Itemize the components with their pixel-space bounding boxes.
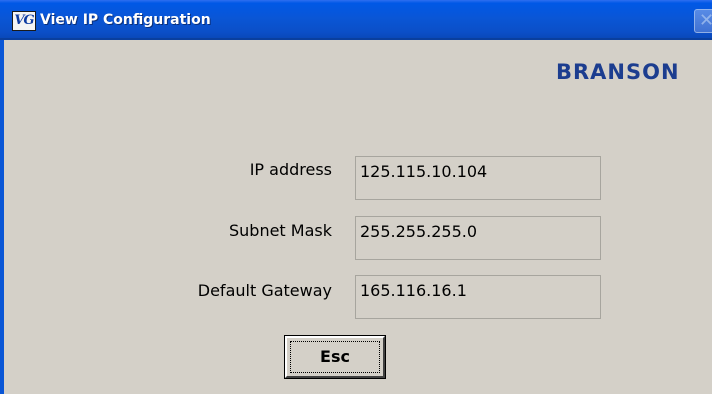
branson-logo: BRANSON <box>556 60 680 84</box>
subnet-mask-field: 255.255.255.0 <box>355 216 601 260</box>
ip-address-field: 125.115.10.104 <box>355 156 601 200</box>
subnet-mask-value: 255.255.255.0 <box>360 222 478 241</box>
default-gateway-value: 165.116.16.1 <box>360 281 467 300</box>
subnet-mask-label: Subnet Mask <box>228 221 332 240</box>
default-gateway-field: 165.116.16.1 <box>355 275 601 319</box>
close-icon: ✕ <box>699 10 712 31</box>
ip-config-window: VG View IP Configuration ✕ BRANSON IP ad… <box>0 0 712 394</box>
ip-address-value: 125.115.10.104 <box>360 162 488 181</box>
title-bar[interactable]: VG View IP Configuration ✕ <box>0 0 712 40</box>
close-button[interactable]: ✕ <box>694 9 712 33</box>
default-gateway-label: Default Gateway <box>197 281 332 300</box>
window-title: View IP Configuration <box>40 12 211 28</box>
app-logo-icon: VG <box>12 11 36 31</box>
esc-button-label: Esc <box>320 347 350 366</box>
ip-address-label: IP address <box>249 160 332 179</box>
esc-button[interactable]: Esc <box>284 335 386 379</box>
window-frame-left <box>0 40 4 394</box>
